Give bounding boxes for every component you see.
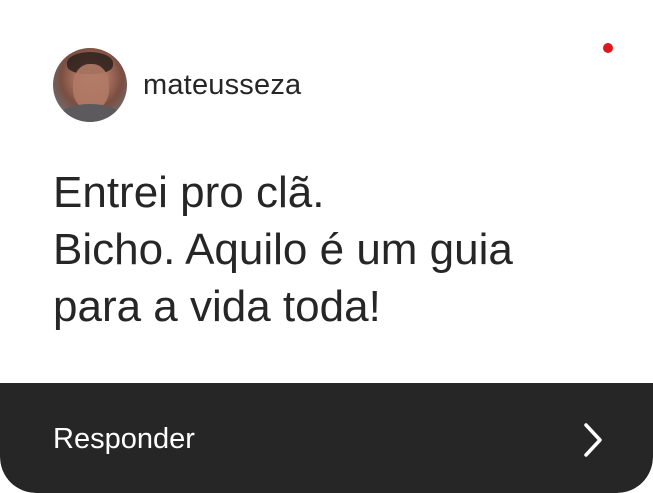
- avatar[interactable]: [53, 48, 127, 122]
- reply-label: Responder: [53, 423, 195, 455]
- avatar-shoulders: [57, 104, 123, 122]
- message-line: Bicho. Aquilo é um guia: [53, 225, 513, 274]
- reply-button[interactable]: Responder: [0, 383, 653, 493]
- chevron-right-icon: [584, 423, 602, 457]
- card-header: mateusseza: [53, 48, 301, 122]
- story-reply-card: mateusseza Entrei pro clã. Bicho. Aquilo…: [0, 0, 653, 493]
- message-line: para a vida toda!: [53, 282, 381, 331]
- message-text: Entrei pro clã. Bicho. Aquilo é um guia …: [53, 164, 633, 335]
- notification-dot: [603, 43, 613, 53]
- username[interactable]: mateusseza: [143, 69, 301, 102]
- message-line: Entrei pro clã.: [53, 168, 325, 217]
